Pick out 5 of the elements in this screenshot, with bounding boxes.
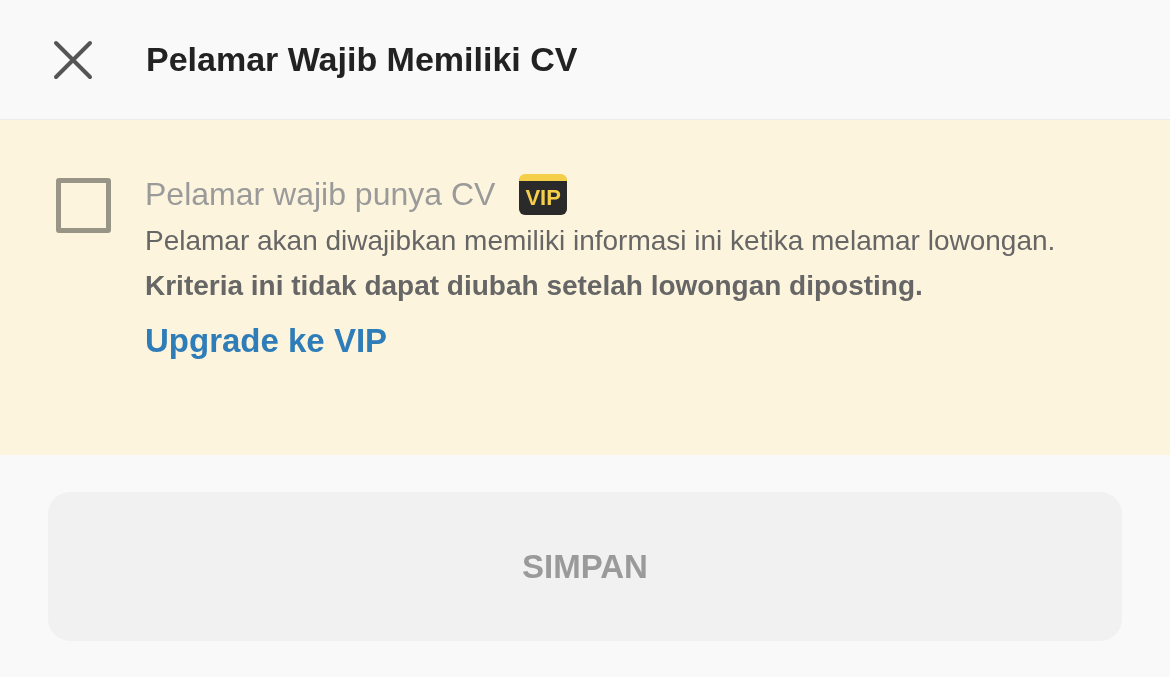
window-title: Pelamar Wajib Memiliki CV [146, 39, 578, 80]
close-icon [53, 39, 93, 80]
vip-badge: VIP [519, 173, 567, 215]
description-text: Pelamar akan diwajibkan memiliki informasi ini ketika melamar lowongan. Kriteria ini tidak dapat diubah setelah lowongan diposting. [145, 224, 1057, 303]
option-label: Pelamar wajib punya CV [145, 175, 496, 214]
